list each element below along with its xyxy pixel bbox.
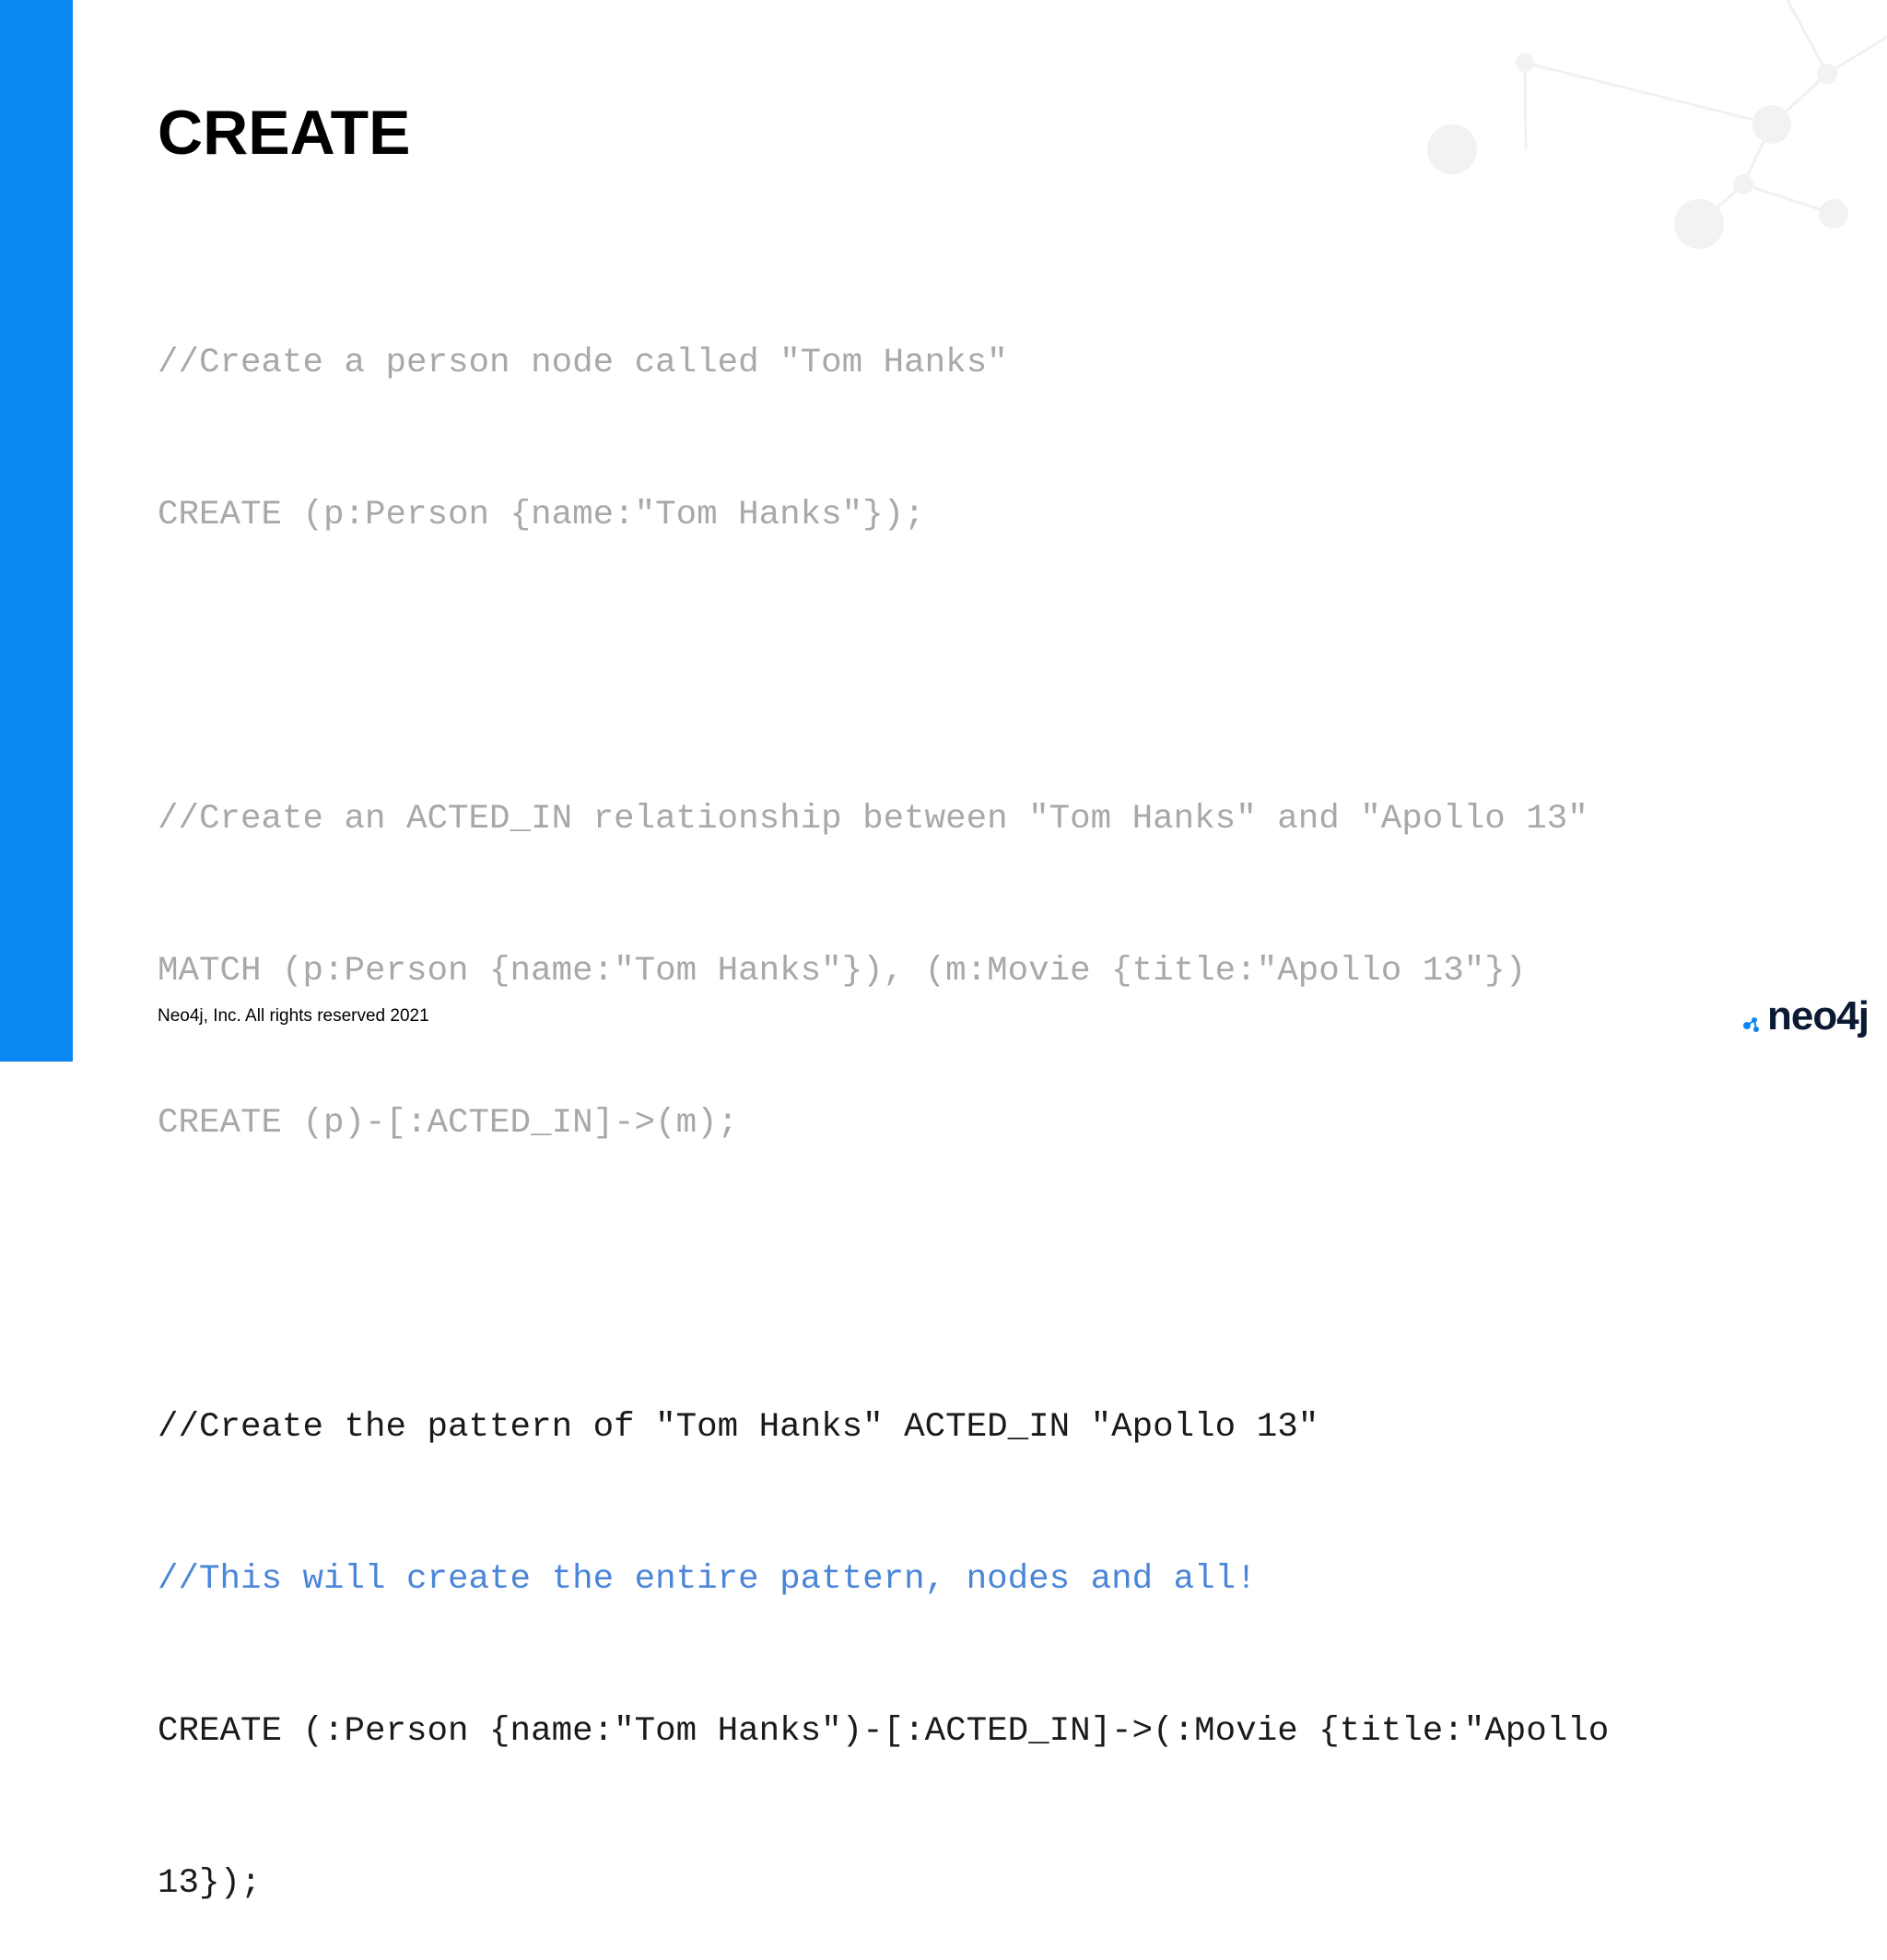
code-create-person-statement: CREATE (p:Person {name:"Tom Hanks"}); — [158, 496, 925, 534]
code-block: //Create a person node called "Tom Hanks… — [158, 237, 1609, 1960]
code-comment-create-person: //Create a person node called "Tom Hanks… — [158, 344, 1008, 382]
code-comment-create-pattern: //Create the pattern of "Tom Hanks" ACTE… — [158, 1408, 1319, 1447]
code-comment-pattern-note: //This will create the entire pattern, n… — [158, 1560, 1257, 1599]
copyright-footer: Neo4j, Inc. All rights reserved 2021 — [158, 1006, 429, 1026]
graph-network-decoration — [1427, 0, 1887, 249]
code-create-relationship-statement: CREATE (p)-[:ACTED_IN]->(m); — [158, 1104, 739, 1143]
code-match-statement: MATCH (p:Person {name:"Tom Hanks"}), (m:… — [158, 952, 1527, 991]
slide-title: CREATE — [158, 98, 411, 168]
code-create-pattern-statement-continued: 13}); — [158, 1864, 262, 1903]
code-create-pattern-statement: CREATE (:Person {name:"Tom Hanks")-[:ACT… — [158, 1712, 1610, 1751]
neo4j-logo: neo4j — [1741, 993, 1869, 1039]
logo-wordmark: neo4j — [1767, 993, 1869, 1039]
code-comment-create-relationship: //Create an ACTED_IN relationship betwee… — [158, 800, 1588, 839]
accent-side-bar — [0, 0, 73, 1062]
neo4j-graph-icon — [1743, 1017, 1759, 1032]
